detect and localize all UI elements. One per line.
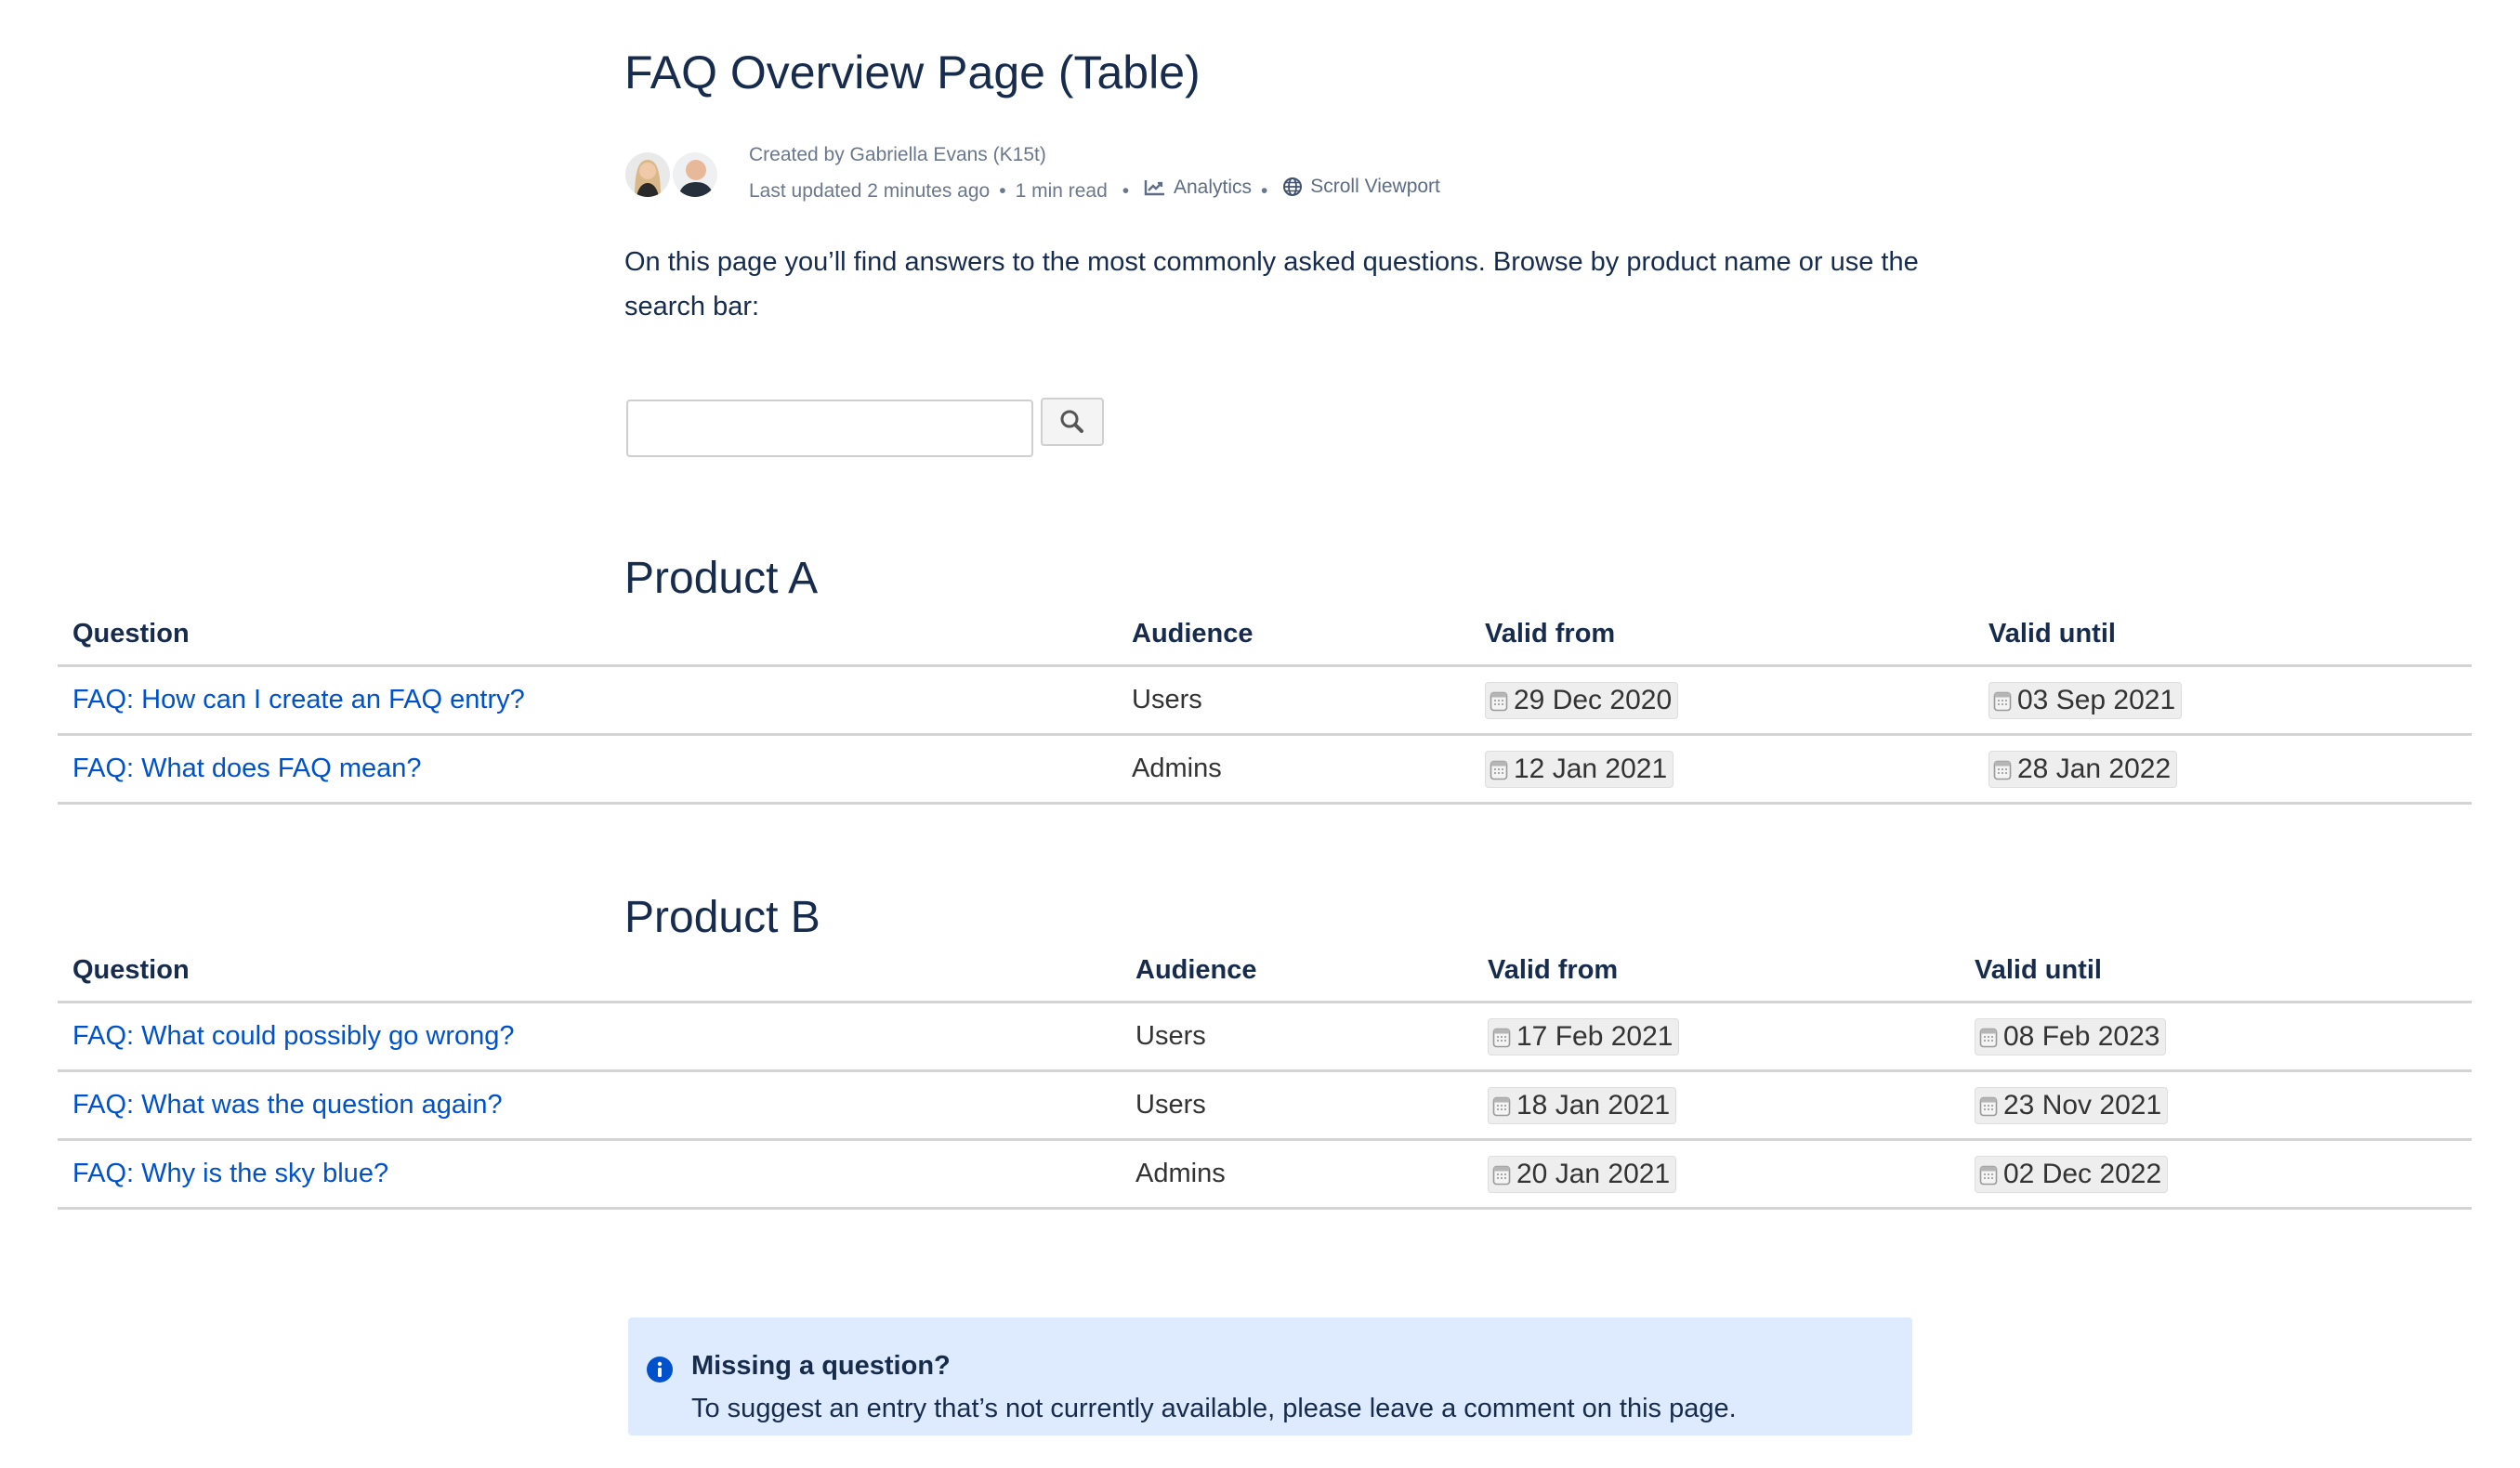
calendar-icon bbox=[1993, 689, 2012, 712]
audience-cell: Admins bbox=[1132, 754, 1222, 783]
audience-cell: Admins bbox=[1135, 1159, 1226, 1188]
audience-cell: Users bbox=[1135, 1090, 1206, 1120]
date-lozenge: 08 Feb 2023 bbox=[1975, 1017, 2167, 1055]
info-panel: Missing a question? To suggest an entry … bbox=[628, 1317, 1912, 1435]
faq-link[interactable]: FAQ: What does FAQ mean? bbox=[72, 754, 422, 784]
date-lozenge: 28 Jan 2022 bbox=[1988, 750, 2178, 788]
valid-from-date: 17 Feb 2021 bbox=[1516, 1020, 1673, 1052]
faq-link[interactable]: FAQ: What could possibly go wrong? bbox=[72, 1021, 515, 1052]
calendar-icon bbox=[1492, 1163, 1511, 1186]
table-row: FAQ: Why is the sky blue? Admins 20 Jan … bbox=[58, 1141, 2472, 1210]
valid-until-date: 03 Sep 2021 bbox=[2017, 684, 2176, 715]
valid-from-date: 18 Jan 2021 bbox=[1516, 1089, 1671, 1121]
scroll-viewport-label: Scroll Viewport bbox=[1310, 176, 1440, 197]
meta-separator: • bbox=[1261, 180, 1268, 202]
date-lozenge: 02 Dec 2022 bbox=[1975, 1155, 2169, 1193]
search-input[interactable] bbox=[626, 400, 1033, 457]
valid-until-date: 28 Jan 2022 bbox=[2017, 753, 2172, 784]
table-row: FAQ: How can I create an FAQ entry? User… bbox=[58, 667, 2472, 736]
table-row: FAQ: What was the question again? Users … bbox=[58, 1072, 2472, 1141]
date-lozenge: 23 Nov 2021 bbox=[1975, 1086, 2169, 1124]
page-title: FAQ Overview Page (Table) bbox=[624, 46, 1201, 98]
column-header-audience: Audience bbox=[1132, 619, 1253, 649]
valid-until-date: 23 Nov 2021 bbox=[2003, 1089, 2162, 1121]
date-lozenge: 17 Feb 2021 bbox=[1488, 1017, 1680, 1055]
date-lozenge: 12 Jan 2021 bbox=[1485, 750, 1674, 788]
column-header-valid-until: Valid until bbox=[1975, 955, 2102, 985]
valid-until-date: 08 Feb 2023 bbox=[2003, 1020, 2160, 1052]
calendar-icon bbox=[1979, 1026, 1998, 1048]
meta-separator: • bbox=[1122, 180, 1130, 202]
table-row: FAQ: What could possibly go wrong? Users… bbox=[58, 1003, 2472, 1072]
calendar-icon bbox=[1490, 689, 1508, 712]
last-updated: Last updated 2 minutes ago bbox=[749, 180, 991, 202]
valid-from-date: 20 Jan 2021 bbox=[1516, 1158, 1671, 1189]
date-lozenge: 29 Dec 2020 bbox=[1485, 681, 1679, 719]
date-lozenge: 03 Sep 2021 bbox=[1988, 681, 2183, 719]
avatar-photo-icon bbox=[625, 152, 670, 197]
info-panel-body: To suggest an entry that’s not currently… bbox=[691, 1394, 1737, 1423]
faq-table-product-a: Question Audience Valid from Valid until… bbox=[58, 602, 2472, 805]
column-header-valid-from: Valid from bbox=[1488, 955, 1619, 985]
valid-until-date: 02 Dec 2022 bbox=[2003, 1158, 2162, 1189]
calendar-icon bbox=[1492, 1094, 1511, 1117]
page-meta-line: Last updated 2 minutes ago • 1 min read • A… bbox=[749, 175, 1440, 203]
column-header-valid-from: Valid from bbox=[1485, 619, 1616, 649]
column-header-valid-until: Valid until bbox=[1988, 619, 2116, 649]
date-lozenge: 18 Jan 2021 bbox=[1488, 1086, 1677, 1124]
section-heading-product-b: Product B bbox=[624, 893, 820, 942]
calendar-icon bbox=[1979, 1163, 1998, 1186]
meta-separator: • bbox=[999, 180, 1006, 202]
intro-paragraph: On this page you’ll find answers to the … bbox=[624, 247, 1919, 321]
column-header-question: Question bbox=[72, 619, 190, 649]
table-header-row: Question Audience Valid from Valid until bbox=[58, 602, 2472, 667]
section-heading-product-a: Product A bbox=[624, 554, 819, 603]
search-icon bbox=[1060, 410, 1083, 433]
column-header-question: Question bbox=[72, 955, 190, 985]
search-button[interactable] bbox=[1041, 398, 1104, 446]
calendar-icon bbox=[1979, 1094, 1998, 1117]
audience-cell: Users bbox=[1132, 685, 1202, 714]
valid-from-date: 12 Jan 2021 bbox=[1514, 753, 1668, 784]
calendar-icon bbox=[1993, 758, 2012, 780]
table-row: FAQ: What does FAQ mean? Admins 12 Jan 2… bbox=[58, 736, 2472, 805]
analytics-link[interactable]: Analytics bbox=[1144, 176, 1252, 200]
created-by: Created by Gabriella Evans (K15t) bbox=[749, 144, 1046, 165]
avatar-contributor[interactable] bbox=[671, 151, 719, 199]
avatar-photo-icon bbox=[673, 152, 717, 197]
faq-link[interactable]: FAQ: What was the question again? bbox=[72, 1090, 503, 1121]
info-icon bbox=[647, 1357, 673, 1383]
globe-icon bbox=[1283, 177, 1303, 196]
scroll-viewport-link[interactable]: Scroll Viewport bbox=[1282, 175, 1440, 199]
analytics-chart-icon bbox=[1144, 180, 1164, 196]
calendar-icon bbox=[1490, 758, 1508, 780]
column-header-audience: Audience bbox=[1135, 955, 1257, 985]
faq-table-product-b: Question Audience Valid from Valid until… bbox=[58, 938, 2472, 1210]
audience-cell: Users bbox=[1135, 1021, 1206, 1051]
table-header-row: Question Audience Valid from Valid until bbox=[58, 938, 2472, 1003]
valid-from-date: 29 Dec 2020 bbox=[1514, 684, 1673, 715]
faq-link[interactable]: FAQ: Why is the sky blue? bbox=[72, 1159, 388, 1189]
info-panel-title: Missing a question? bbox=[691, 1351, 951, 1381]
calendar-icon bbox=[1492, 1026, 1511, 1048]
avatar-gabriella-evans[interactable] bbox=[623, 151, 672, 199]
date-lozenge: 20 Jan 2021 bbox=[1488, 1155, 1677, 1193]
read-time: 1 min read bbox=[1015, 180, 1108, 202]
analytics-label: Analytics bbox=[1173, 177, 1253, 198]
faq-link[interactable]: FAQ: How can I create an FAQ entry? bbox=[72, 685, 525, 715]
